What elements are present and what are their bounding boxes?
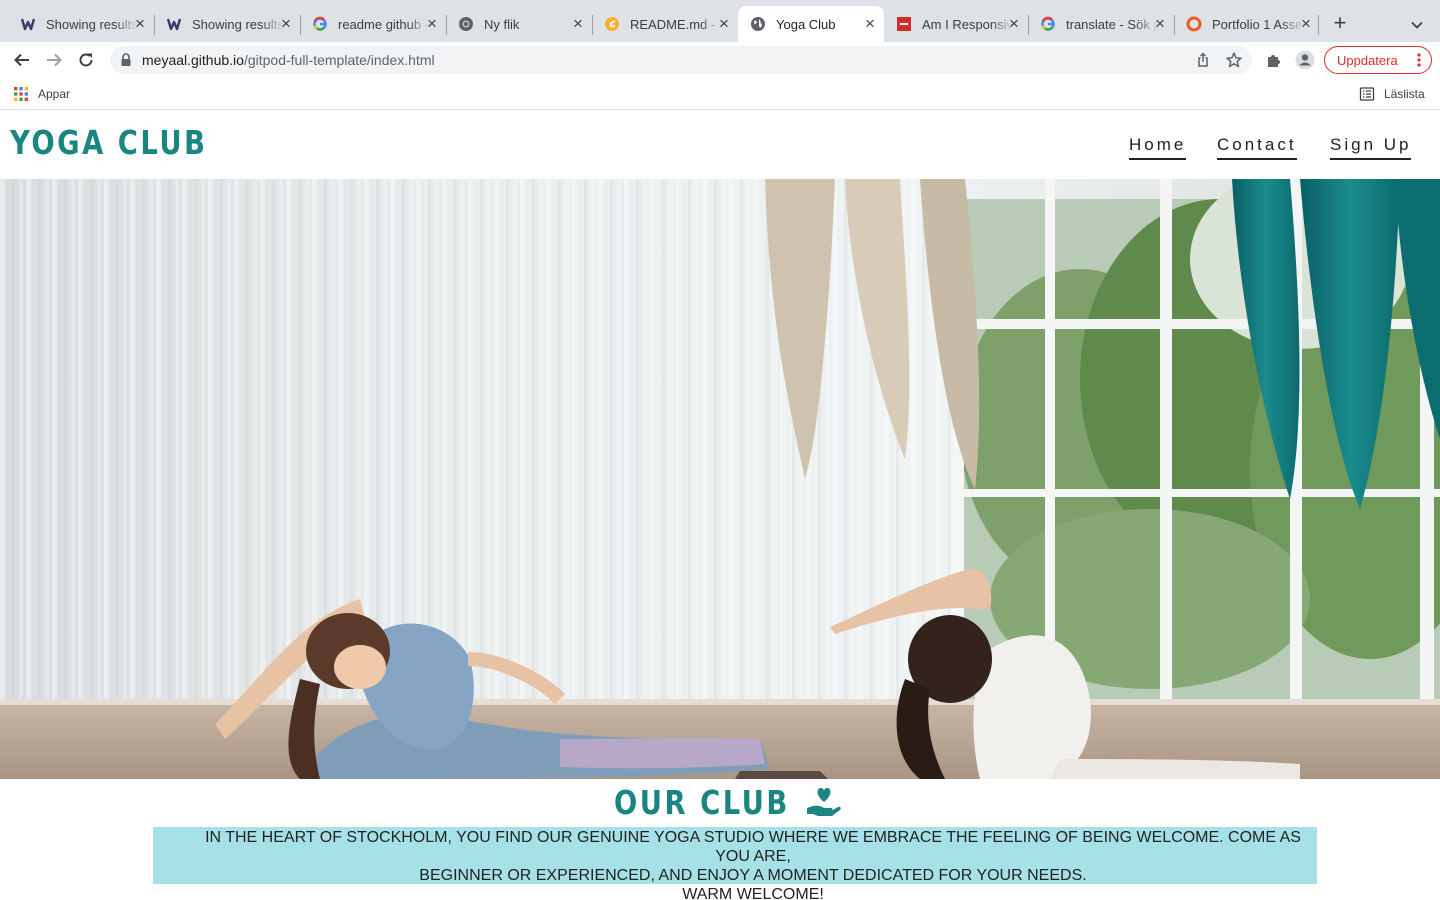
close-tab-icon[interactable]: × — [424, 15, 440, 32]
reading-list[interactable]: Läslista — [1359, 86, 1425, 102]
tab-yoga-club[interactable]: Yoga Club × — [738, 6, 884, 42]
bookmarks-bar: Appar Läslista — [0, 78, 1440, 110]
intro-line: BEGINNER OR EXPERIENCED, AND ENJOY A MOM… — [419, 867, 1087, 884]
tab-translate[interactable]: translate - Sök på Google × — [1028, 6, 1174, 42]
address-bar[interactable]: meyaal.github.io/gitpod-full-template/in… — [110, 46, 1252, 74]
lock-icon[interactable] — [120, 53, 132, 67]
globe-icon — [750, 16, 766, 32]
site-header: YOGA CLUB Home Contact Sign Up — [0, 111, 1440, 179]
url-host: meyaal.github.io — [142, 52, 244, 68]
new-tab-icon[interactable]: + — [1330, 12, 1350, 34]
close-tab-icon[interactable]: × — [1152, 15, 1168, 32]
tab-strip: Showing results for readme × Showing res… — [0, 0, 1440, 42]
hero-image — [0, 179, 1440, 779]
tab-title: Showing results for readme — [46, 16, 138, 32]
profile-avatar-icon[interactable] — [1295, 50, 1315, 70]
url-path: /gitpod-full-template/index.html — [243, 52, 435, 68]
tab-portfolio[interactable]: Portfolio 1 Assessment × — [1174, 6, 1320, 42]
hand-holding-heart-icon — [804, 782, 844, 822]
tab-title: README.md - Gitpod — [630, 16, 722, 32]
tab-title: readme github - Google Search — [338, 16, 430, 32]
nav-home[interactable]: Home — [1129, 135, 1187, 160]
showing-results-icon — [20, 16, 36, 32]
kebab-menu-icon — [1417, 53, 1421, 67]
chrome-icon — [458, 16, 474, 32]
close-tab-icon[interactable]: × — [570, 15, 586, 32]
update-button[interactable]: Uppdatera — [1324, 46, 1432, 74]
tab-title: Portfolio 1 Assessment — [1212, 16, 1304, 32]
nav-contact[interactable]: Contact — [1217, 135, 1297, 160]
nav-sign-up[interactable]: Sign Up — [1330, 135, 1412, 160]
tab-showing-results-1[interactable]: Showing results for readme × — [8, 6, 154, 42]
tab-title: Ny flik — [484, 16, 520, 32]
hero-yoga-studio-photo — [0, 179, 1440, 779]
reading-list-icon — [1359, 86, 1375, 102]
google-icon — [1040, 16, 1056, 32]
tab-separator — [1318, 15, 1319, 35]
tab-readme-github[interactable]: readme github - Google Search × — [300, 6, 446, 42]
gitpod-icon — [604, 16, 620, 32]
tab-title: Showing results for readme — [192, 16, 284, 32]
portfolio-icon — [1186, 16, 1202, 32]
tab-readme-gitpod[interactable]: README.md - Gitpod × — [592, 6, 738, 42]
tab-title: Yoga Club — [776, 16, 836, 32]
close-tab-icon[interactable]: × — [1298, 15, 1314, 32]
close-tab-icon[interactable]: × — [862, 15, 878, 32]
apps-grid-icon — [13, 86, 29, 102]
back-arrow-icon[interactable] — [12, 50, 32, 70]
bookmark-star-icon[interactable] — [1225, 51, 1243, 69]
our-club-heading: OUR CLUB — [0, 782, 1440, 826]
intro-line: IN THE HEART OF STOCKHOLM, YOU FIND OUR … — [205, 829, 1301, 865]
bookmark-apps[interactable]: Appar — [13, 86, 70, 102]
forward-arrow-icon[interactable] — [44, 50, 64, 70]
tab-title: translate - Sök på Google — [1066, 16, 1158, 32]
amiresponsive-icon — [896, 16, 912, 32]
intro-line: WARM WELCOME! — [682, 886, 824, 900]
tab-showing-results-2[interactable]: Showing results for readme × — [154, 6, 300, 42]
our-club-title: OUR CLUB — [613, 782, 790, 822]
url-text: meyaal.github.io/gitpod-full-template/in… — [142, 52, 435, 68]
apps-label: Appar — [38, 87, 71, 101]
showing-results-icon — [166, 16, 182, 32]
reading-list-label: Läslista — [1384, 87, 1425, 101]
close-tab-icon[interactable]: × — [278, 15, 294, 32]
tab-ny-flik[interactable]: Ny flik × — [446, 6, 592, 42]
club-intro-text: IN THE HEART OF STOCKHOLM, YOU FIND OUR … — [153, 827, 1317, 900]
tab-search-chevron-icon[interactable] — [1409, 17, 1425, 33]
update-button-label: Uppdatera — [1337, 53, 1398, 68]
close-tab-icon[interactable]: × — [132, 15, 148, 32]
share-icon[interactable] — [1194, 51, 1212, 69]
extensions-puzzle-icon[interactable] — [1264, 50, 1284, 70]
browser-toolbar: meyaal.github.io/gitpod-full-template/in… — [0, 42, 1440, 78]
site-logo[interactable]: YOGA CLUB — [10, 123, 207, 162]
tab-am-i-responsive[interactable]: Am I Responsive? × — [884, 6, 1028, 42]
close-tab-icon[interactable]: × — [1006, 15, 1022, 32]
tab-title: Am I Responsive? — [922, 16, 1014, 32]
google-icon — [312, 16, 328, 32]
close-tab-icon[interactable]: × — [716, 15, 732, 32]
reload-icon[interactable] — [76, 50, 96, 70]
